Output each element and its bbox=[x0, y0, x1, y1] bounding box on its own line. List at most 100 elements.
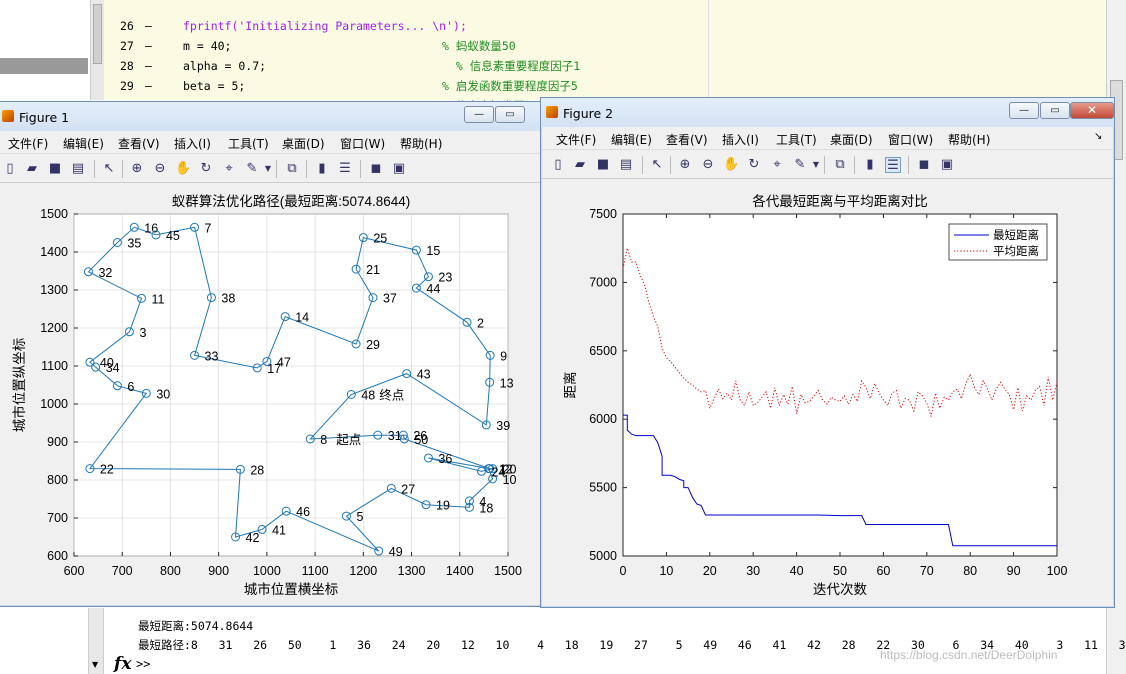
y-tick-label: 5500 bbox=[589, 481, 617, 495]
hide-plot-tools-icon[interactable]: ◼ bbox=[916, 157, 932, 173]
link-plot-icon[interactable]: ⧉ bbox=[832, 157, 848, 173]
menu-insert[interactable]: 插入(I) bbox=[174, 135, 211, 152]
city-label: 38 bbox=[221, 292, 235, 306]
hide-plot-tools-icon[interactable]: ◼ bbox=[368, 161, 384, 177]
close-button[interactable]: ✕ bbox=[1070, 102, 1114, 119]
show-plot-tools-icon[interactable]: ▣ bbox=[939, 157, 955, 173]
code-line-29[interactable]: 29– beta = 5;% 启发函数重要程度因子5 bbox=[105, 56, 1105, 93]
y-tick-label: 1300 bbox=[40, 283, 68, 297]
colorbar-icon[interactable]: ▮ bbox=[862, 157, 878, 173]
print-icon[interactable]: ▤ bbox=[618, 157, 634, 173]
toolbar-separator bbox=[854, 156, 855, 174]
city-label: 8 bbox=[320, 433, 327, 447]
zoom-out-icon[interactable]: ⊖ bbox=[152, 161, 168, 177]
menu-dock-icon[interactable]: ↘ bbox=[1094, 131, 1102, 142]
menu-view[interactable]: 查看(V) bbox=[118, 135, 160, 152]
minimize-button[interactable]: — bbox=[464, 106, 494, 123]
editor-scrollbar[interactable] bbox=[90, 0, 104, 100]
maximize-button[interactable]: ▭ bbox=[495, 106, 525, 123]
figure1-canvas[interactable]: 600 700 800 900 1000 1100 1200 1300 1400 1500 600 7… bbox=[0, 184, 540, 605]
city-label: 40 bbox=[100, 356, 114, 370]
x-tick-label: 600 bbox=[64, 564, 85, 578]
legend-label: 最短距离 bbox=[993, 228, 1039, 242]
scrollbar-thumb[interactable] bbox=[93, 4, 102, 64]
city-label: 23 bbox=[438, 271, 452, 285]
menu-window[interactable]: 窗口(W) bbox=[340, 135, 385, 152]
open-file-icon[interactable]: ▰ bbox=[24, 161, 40, 177]
code-editor[interactable]: 26– fprintf('Initializing Parameters... \… bbox=[0, 0, 1126, 113]
minimize-button[interactable]: — bbox=[1009, 102, 1039, 119]
data-cursor-icon[interactable]: ⌖ bbox=[769, 157, 785, 173]
menu-desktop[interactable]: 桌面(D) bbox=[282, 135, 325, 152]
route-chart[interactable]: 600 700 800 900 1000 1100 1200 1300 1400 1500 600 7… bbox=[0, 184, 540, 605]
figure2-window[interactable]: Figure 2 — ▭ ✕ 文件(F) 编辑(E) 查看(V) 插入(I) 工… bbox=[540, 97, 1115, 608]
x-tick-label: 1500 bbox=[494, 564, 522, 578]
new-figure-icon[interactable]: ▯ bbox=[550, 157, 566, 173]
zoom-out-icon[interactable]: ⊖ bbox=[700, 157, 716, 173]
menu-file[interactable]: 文件(F) bbox=[556, 131, 596, 148]
y-tick-label: 6500 bbox=[589, 344, 617, 358]
menu-help[interactable]: 帮助(H) bbox=[400, 135, 442, 152]
brush-icon[interactable]: ✎ bbox=[792, 157, 808, 173]
colorbar-icon[interactable]: ▮ bbox=[314, 161, 330, 177]
code-line-28[interactable]: 28– alpha = 0.7; % 信息素重要程度因子1 bbox=[105, 36, 1105, 73]
menu-tools[interactable]: 工具(T) bbox=[776, 131, 817, 148]
city-label: 49 bbox=[389, 545, 403, 559]
figure2-toolbar: ▯ ▰ ■ ▤ ↖ ⊕ ⊖ ✋ ↻ ⌖ ✎ ▼ ⧉ ▮ ☰ ◼ ▣ bbox=[542, 149, 1113, 179]
console-expand-icon[interactable]: ▼ bbox=[92, 660, 98, 669]
function-browser-icon[interactable]: fx bbox=[114, 654, 131, 674]
zoom-in-icon[interactable]: ⊕ bbox=[677, 157, 693, 173]
y-tick-label: 1100 bbox=[41, 359, 68, 373]
pan-icon[interactable]: ✋ bbox=[175, 161, 191, 177]
pan-icon[interactable]: ✋ bbox=[723, 157, 739, 173]
open-file-icon[interactable]: ▰ bbox=[572, 157, 588, 173]
zoom-in-icon[interactable]: ⊕ bbox=[129, 161, 145, 177]
brush-dropdown-icon[interactable]: ▼ bbox=[260, 161, 276, 177]
x-tick-label: 90 bbox=[1007, 564, 1021, 578]
legend-label: 平均距离 bbox=[993, 244, 1039, 258]
x-tick-label: 100 bbox=[1047, 564, 1068, 578]
legend-icon[interactable]: ☰ bbox=[337, 161, 353, 177]
brush-icon[interactable]: ✎ bbox=[244, 161, 260, 177]
code-line-27[interactable]: 27– m = 40;% 蚂蚁数量50 bbox=[105, 16, 1105, 53]
data-cursor-icon[interactable]: ⌖ bbox=[221, 161, 237, 177]
figure2-titlebar[interactable]: Figure 2 — ▭ ✕ bbox=[541, 98, 1114, 127]
pointer-icon[interactable]: ↖ bbox=[101, 161, 117, 177]
rotate-icon[interactable]: ↻ bbox=[198, 161, 214, 177]
menu-window[interactable]: 窗口(W) bbox=[888, 131, 933, 148]
show-plot-tools-icon[interactable]: ▣ bbox=[391, 161, 407, 177]
x-tick-label: 80 bbox=[963, 564, 977, 578]
code-line-30[interactable]: 30–rho = 0.6;% 信息素挥发因子0.1 bbox=[105, 76, 1105, 113]
menu-help[interactable]: 帮助(H) bbox=[948, 131, 990, 148]
save-icon[interactable]: ■ bbox=[595, 157, 611, 173]
rotate-icon[interactable]: ↻ bbox=[746, 157, 762, 173]
y-tick-label: 1500 bbox=[40, 207, 68, 221]
distance-comparison-chart[interactable]: 0 10 20 30 40 50 60 70 80 90 100 5000 5500 6000 6500 70… bbox=[542, 180, 1113, 606]
figure2-canvas[interactable]: 0 10 20 30 40 50 60 70 80 90 100 5000 5500 6000 6500 70… bbox=[542, 180, 1113, 606]
figure1-titlebar[interactable]: Figure 1 — ▭ bbox=[0, 102, 541, 131]
figure1-window[interactable]: Figure 1 — ▭ 文件(F) 编辑(E) 查看(V) 插入(I) 工具(… bbox=[0, 101, 542, 607]
menu-file[interactable]: 文件(F) bbox=[8, 135, 48, 152]
menu-insert[interactable]: 插入(I) bbox=[722, 131, 759, 148]
print-icon[interactable]: ▤ bbox=[70, 161, 86, 177]
command-prompt[interactable]: >> bbox=[136, 657, 150, 671]
save-icon[interactable]: ■ bbox=[47, 161, 63, 177]
new-figure-icon[interactable]: ▯ bbox=[2, 161, 18, 177]
brush-dropdown-icon[interactable]: ▼ bbox=[808, 157, 824, 173]
y-tick-label: 7500 bbox=[589, 207, 617, 221]
city-label: 14 bbox=[295, 311, 309, 325]
link-plot-icon[interactable]: ⧉ bbox=[284, 161, 300, 177]
menu-edit[interactable]: 编辑(E) bbox=[63, 135, 104, 152]
maximize-button[interactable]: ▭ bbox=[1040, 102, 1070, 119]
command-window[interactable]: 最短距离:5074.8644 最短路径:8 31 26 50 1 36 24 2… bbox=[0, 608, 1126, 674]
menu-view[interactable]: 查看(V) bbox=[666, 131, 708, 148]
console-best-distance: 最短距离:5074.8644 bbox=[138, 619, 254, 633]
pointer-icon[interactable]: ↖ bbox=[649, 157, 665, 173]
legend-icon[interactable]: ☰ bbox=[885, 157, 901, 173]
menu-edit[interactable]: 编辑(E) bbox=[611, 131, 652, 148]
menu-tools[interactable]: 工具(T) bbox=[228, 135, 269, 152]
code-line-26[interactable]: 26– fprintf('Initializing Parameters... \… bbox=[105, 0, 1105, 33]
city-label: 35 bbox=[127, 237, 141, 251]
menu-desktop[interactable]: 桌面(D) bbox=[830, 131, 873, 148]
city-label: 46 bbox=[296, 505, 310, 519]
